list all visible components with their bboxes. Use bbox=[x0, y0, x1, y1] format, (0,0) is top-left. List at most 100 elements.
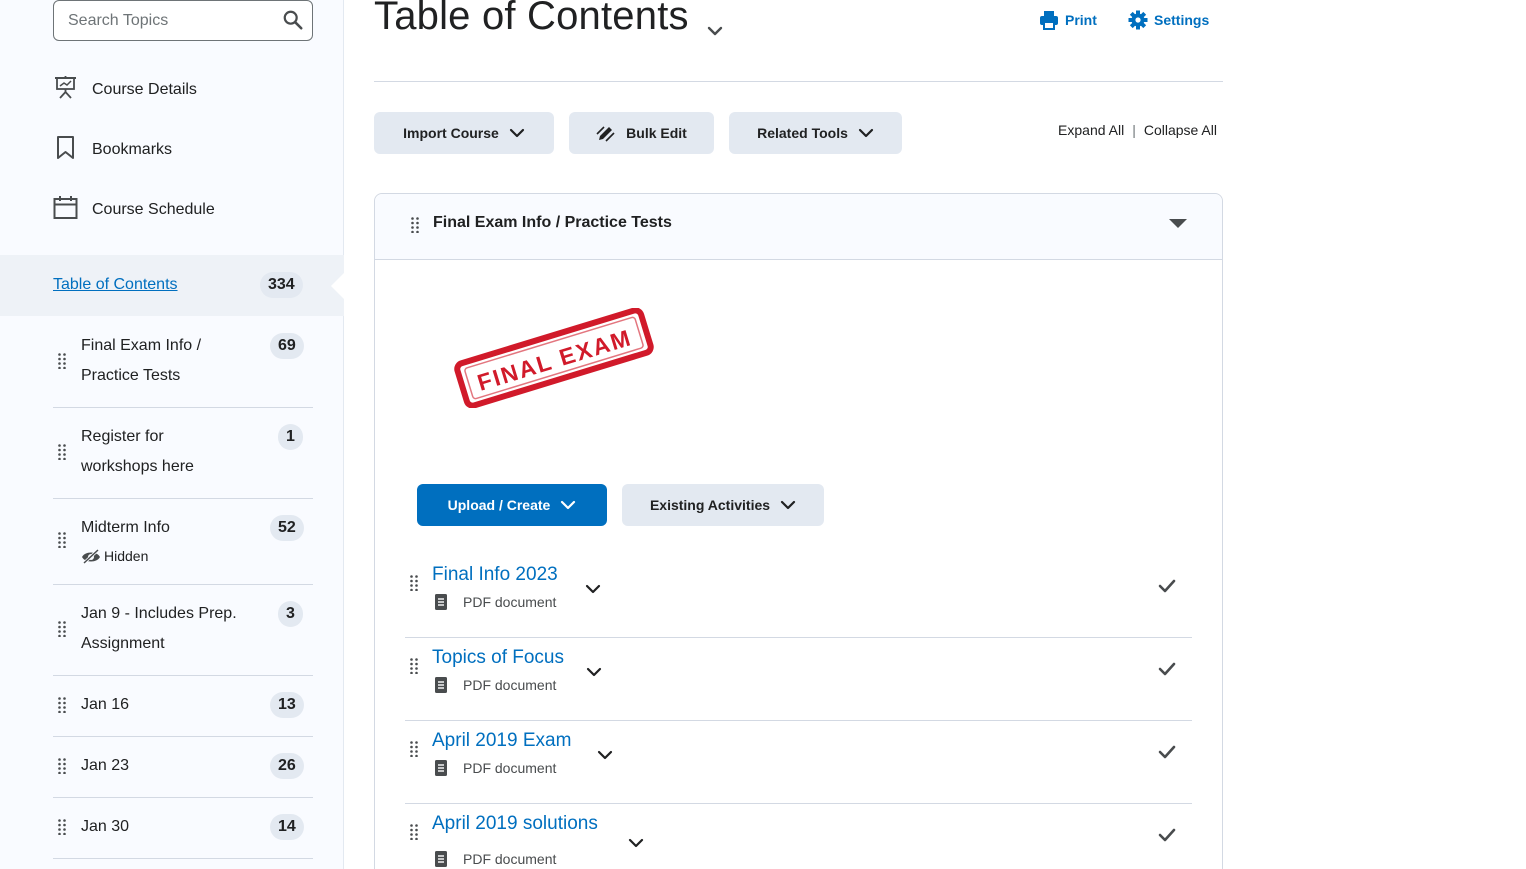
import-course-label: Import Course bbox=[403, 125, 499, 141]
drag-handle-icon[interactable] bbox=[58, 758, 66, 774]
checkmark-icon[interactable] bbox=[1158, 743, 1176, 761]
gear-icon bbox=[1128, 10, 1148, 30]
topic-type-label: PDF document bbox=[463, 594, 557, 610]
module-title: Jan 23 bbox=[81, 757, 130, 774]
existing-activities-label: Existing Activities bbox=[649, 497, 771, 513]
topic-type-label: PDF document bbox=[463, 851, 557, 867]
existing-activities-button[interactable]: Existing Activities bbox=[622, 484, 824, 526]
chevron-down-icon[interactable] bbox=[597, 747, 613, 763]
chevron-down-icon[interactable] bbox=[628, 835, 644, 851]
module-title: Register for workshops here bbox=[81, 428, 194, 475]
upload-create-button[interactable]: Upload / Create bbox=[417, 484, 607, 526]
count-badge: 52 bbox=[270, 515, 304, 541]
chevron-down-icon bbox=[858, 128, 873, 138]
document-icon bbox=[435, 594, 447, 610]
module-title: Jan 16 bbox=[81, 696, 130, 713]
sidebar-module-jan-30[interactable]: Jan 30 14 bbox=[53, 798, 313, 859]
count-badge: 14 bbox=[270, 814, 304, 840]
sidebar-module-jan-23[interactable]: Jan 23 26 bbox=[53, 737, 313, 798]
topic-item[interactable]: Topics of Focus PDF document bbox=[405, 638, 1192, 721]
related-tools-label: Related Tools bbox=[757, 125, 848, 141]
topic-type: PDF document bbox=[432, 850, 556, 868]
module-title: Jan 9 - Includes Prep. Assignment bbox=[81, 605, 237, 652]
count-badge: 334 bbox=[260, 272, 303, 298]
chevron-down-icon bbox=[561, 500, 576, 510]
calendar-icon bbox=[53, 195, 78, 225]
sidebar-item-table-of-contents: Table of Contents 334 bbox=[0, 255, 344, 316]
checkmark-icon[interactable] bbox=[1158, 577, 1176, 595]
drag-handle-icon[interactable] bbox=[410, 824, 418, 840]
collapse-all-link[interactable]: Collapse All bbox=[1144, 122, 1217, 138]
drag-handle-icon[interactable] bbox=[58, 532, 66, 548]
hidden-label: Hidden bbox=[104, 548, 149, 564]
drag-handle-icon[interactable] bbox=[410, 741, 418, 757]
course-schedule-link[interactable]: Course Schedule bbox=[53, 195, 215, 225]
sidebar-module-register[interactable]: Register for workshops here 1 bbox=[53, 408, 313, 499]
course-schedule-label: Course Schedule bbox=[92, 201, 215, 218]
settings-button[interactable]: Settings bbox=[1128, 10, 1209, 30]
caret-down-icon[interactable] bbox=[1169, 219, 1187, 228]
search-input[interactable] bbox=[68, 1, 268, 40]
sidebar: Course Details Bookmarks Course Schedule… bbox=[0, 0, 344, 869]
drag-handle-icon[interactable] bbox=[58, 353, 66, 369]
sidebar-module-midterm[interactable]: Midterm Info Hidden 52 bbox=[53, 499, 313, 585]
sidebar-module-jan-9[interactable]: Jan 9 - Includes Prep. Assignment 3 bbox=[53, 585, 313, 676]
drag-handle-icon[interactable] bbox=[411, 217, 419, 233]
chevron-down-icon[interactable] bbox=[706, 22, 724, 40]
search-box bbox=[53, 0, 313, 41]
bulk-edit-label: Bulk Edit bbox=[626, 125, 687, 141]
final-exam-stamp-image: FINAL EXAM bbox=[454, 308, 654, 408]
course-details-label: Course Details bbox=[92, 81, 197, 98]
checkmark-icon[interactable] bbox=[1158, 826, 1176, 844]
document-icon bbox=[435, 851, 447, 867]
expand-all-link[interactable]: Expand All bbox=[1058, 122, 1124, 138]
import-course-button[interactable]: Import Course bbox=[374, 112, 554, 154]
print-button[interactable]: Print bbox=[1039, 10, 1097, 30]
course-details-link[interactable]: Course Details bbox=[53, 75, 197, 105]
printer-icon bbox=[1040, 11, 1058, 30]
topic-item[interactable]: April 2019 solutions PDF document bbox=[405, 804, 1192, 869]
count-badge: 1 bbox=[278, 424, 303, 450]
topic-type: PDF document bbox=[432, 759, 556, 777]
topic-title-link[interactable]: April 2019 solutions bbox=[432, 813, 598, 835]
drag-handle-icon[interactable] bbox=[410, 575, 418, 591]
print-label: Print bbox=[1065, 12, 1097, 28]
module-title: Final Exam Info / Practice Tests bbox=[81, 337, 202, 384]
sidebar-module-final-exam[interactable]: Final Exam Info / Practice Tests 69 bbox=[53, 317, 313, 408]
drag-handle-icon[interactable] bbox=[58, 819, 66, 835]
topic-type-label: PDF document bbox=[463, 677, 557, 693]
drag-handle-icon[interactable] bbox=[58, 697, 66, 713]
bookmark-icon bbox=[53, 135, 78, 165]
bookmarks-label: Bookmarks bbox=[92, 141, 173, 158]
drag-handle-icon[interactable] bbox=[58, 444, 66, 460]
document-icon bbox=[435, 677, 447, 693]
table-of-contents-link[interactable]: Table of Contents bbox=[53, 276, 178, 294]
topic-item[interactable]: April 2019 Exam PDF document bbox=[405, 721, 1192, 804]
chevron-down-icon[interactable] bbox=[586, 664, 602, 680]
related-tools-button[interactable]: Related Tools bbox=[729, 112, 902, 154]
topic-title-link[interactable]: Topics of Focus bbox=[432, 647, 564, 669]
checkmark-icon[interactable] bbox=[1158, 660, 1176, 678]
separator: | bbox=[1132, 122, 1136, 138]
topic-title-link[interactable]: Final Info 2023 bbox=[432, 564, 558, 586]
chevron-down-icon[interactable] bbox=[585, 581, 601, 597]
bulk-edit-button[interactable]: Bulk Edit bbox=[569, 112, 714, 154]
module-title: Midterm Info bbox=[81, 519, 170, 536]
module-title[interactable]: Final Exam Info / Practice Tests bbox=[433, 214, 672, 232]
sidebar-module-jan-16[interactable]: Jan 16 13 bbox=[53, 676, 313, 737]
topic-title-link[interactable]: April 2019 Exam bbox=[432, 730, 571, 752]
hidden-status: Hidden bbox=[81, 548, 148, 564]
pencil-multiple-icon bbox=[596, 126, 615, 142]
presentation-icon bbox=[53, 75, 78, 105]
document-icon bbox=[435, 760, 447, 776]
bookmarks-link[interactable]: Bookmarks bbox=[53, 135, 172, 165]
drag-handle-icon[interactable] bbox=[410, 658, 418, 674]
topic-item[interactable]: Final Info 2023 PDF document bbox=[405, 555, 1192, 638]
drag-handle-icon[interactable] bbox=[58, 621, 66, 637]
search-icon[interactable] bbox=[282, 9, 304, 31]
divider bbox=[374, 81, 1223, 82]
page-title: Table of Contents bbox=[374, 0, 689, 38]
topic-type: PDF document bbox=[432, 593, 556, 611]
topic-type: PDF document bbox=[432, 676, 556, 694]
settings-label: Settings bbox=[1154, 12, 1210, 28]
